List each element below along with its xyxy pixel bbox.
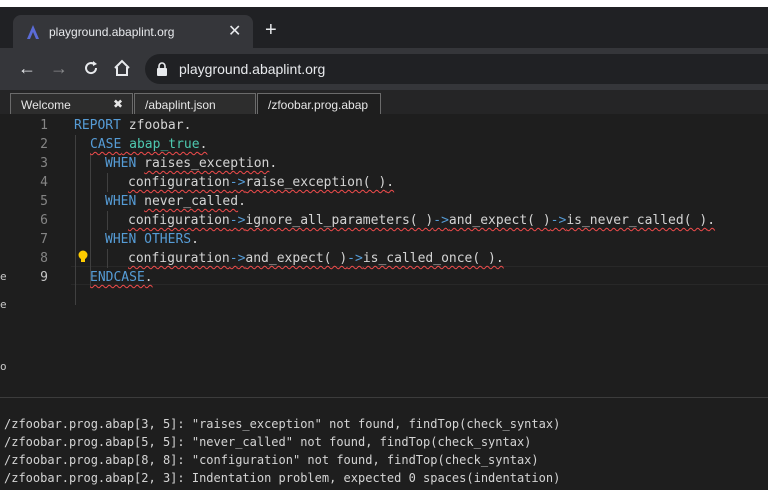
operator: -> [433, 213, 449, 228]
code-text: . [495, 251, 504, 266]
keyword: OTHERS [144, 232, 192, 247]
code-line: 8 configuration->and_expect( )->is_calle… [0, 249, 768, 268]
line-number: 1 [40, 118, 48, 133]
line-number: 7 [40, 232, 48, 247]
clipped-text: e [0, 270, 7, 283]
close-tab-welcome-icon[interactable]: ✖ [113, 97, 123, 111]
tab-label: /zfoobar.prog.abap [268, 98, 369, 112]
operator: -> [229, 213, 246, 228]
browser-toolbar: ← → playground.abaplint.org [0, 48, 768, 90]
code-text: ignore_all_parameters( ) [245, 213, 434, 228]
reload-icon[interactable] [82, 59, 100, 77]
line-number: 5 [40, 194, 48, 209]
code-editor[interactable]: 1 REPORT zfoobar. 2 CASE abap_true. 3 WH… [0, 114, 768, 397]
operator: -> [347, 251, 363, 266]
code-text: raises_exception [144, 156, 270, 171]
problem-row[interactable]: /zfoobar.prog.abap[8, 8]: "configuration… [4, 453, 539, 467]
forward-arrow-icon[interactable]: → [50, 58, 68, 78]
browser-tab[interactable]: playground.abaplint.org ✕ [13, 15, 253, 48]
code-line: 7 WHEN OTHERS. [0, 230, 768, 249]
back-arrow-icon[interactable]: ← [18, 58, 36, 78]
keyword: WHEN [105, 232, 137, 247]
new-tab-icon[interactable]: + [265, 20, 277, 40]
browser-tab-title: playground.abaplint.org [49, 25, 175, 39]
code-line: 4 configuration->raise_exception( ). [0, 173, 768, 192]
problem-row[interactable]: /zfoobar.prog.abap[5, 5]: "never_called"… [4, 435, 531, 449]
lock-icon [157, 62, 167, 76]
address-bar[interactable]: playground.abaplint.org [145, 54, 768, 84]
tab-zfoobar-prog[interactable]: /zfoobar.prog.abap [257, 93, 381, 115]
home-icon[interactable] [113, 59, 131, 77]
browser-tabstrip: playground.abaplint.org ✕ + [0, 0, 768, 48]
code-text: . [199, 137, 208, 152]
operator: -> [229, 251, 246, 266]
tab-label: /abaplint.json [145, 98, 216, 112]
code-text: and_expect( ) [245, 251, 348, 266]
lightbulb-icon[interactable] [77, 250, 89, 264]
code-line: 1 REPORT zfoobar. [0, 116, 768, 135]
code-text: . [144, 270, 153, 285]
code-line: 9 ENDCASE. [0, 268, 768, 287]
keyword: CASE [90, 137, 122, 152]
tab-welcome[interactable]: Welcome ✖ [10, 93, 133, 114]
code-line: 3 WHEN raises_exception. [0, 154, 768, 173]
code-text: is_called_once( ) [362, 251, 496, 266]
url-text: playground.abaplint.org [179, 61, 326, 77]
code-text: . [269, 156, 278, 171]
code-text: configuration [128, 213, 230, 228]
operator: -> [229, 175, 246, 190]
code-text: is_never_called( ) [566, 213, 708, 228]
problem-row[interactable]: /zfoobar.prog.abap[3, 5]: "raises_except… [4, 417, 560, 431]
code-text: configuration [128, 175, 230, 190]
code-text: raise_exception( ) [245, 175, 387, 190]
code-text: never_called [144, 194, 239, 209]
tab-label: Welcome [21, 98, 71, 112]
code-text: zfoobar. [120, 118, 192, 133]
code-line: 6 configuration->ignore_all_parameters( … [0, 211, 768, 230]
line-number: 8 [40, 251, 48, 266]
clipped-text: e [0, 298, 7, 311]
line-number: 6 [40, 213, 48, 228]
editor-tab-bar: Welcome ✖ /abaplint.json /zfoobar.prog.a… [0, 90, 768, 115]
keyword: ENDCASE [90, 270, 145, 285]
abaplint-logo-icon [27, 25, 39, 39]
window-top-edge [0, 0, 768, 7]
keyword: WHEN [105, 194, 137, 209]
problems-panel: /zfoobar.prog.abap[3, 5]: "raises_except… [0, 397, 768, 490]
code-text: . [238, 194, 246, 209]
close-tab-icon[interactable]: ✕ [228, 21, 241, 41]
constant: abap_true [129, 137, 200, 152]
code-text: and_expect( ) [448, 213, 551, 228]
clipped-text: o [0, 360, 7, 373]
line-number: 3 [40, 156, 48, 171]
operator: -> [550, 213, 567, 228]
code-text: . [386, 175, 395, 190]
keyword: WHEN [105, 156, 137, 171]
code-text: . [191, 232, 199, 247]
code-text: . [707, 213, 716, 228]
line-number: 4 [40, 175, 48, 190]
line-number: 2 [40, 137, 48, 152]
code-line: 5 WHEN never_called. [0, 192, 768, 211]
code-line: 2 CASE abap_true. [0, 135, 768, 154]
keyword: REPORT [74, 118, 121, 133]
line-number: 9 [40, 270, 48, 285]
problem-row[interactable]: /zfoobar.prog.abap[2, 3]: Indentation pr… [4, 471, 560, 485]
code-text: configuration [128, 251, 230, 266]
tab-abaplint-json[interactable]: /abaplint.json [134, 93, 256, 114]
